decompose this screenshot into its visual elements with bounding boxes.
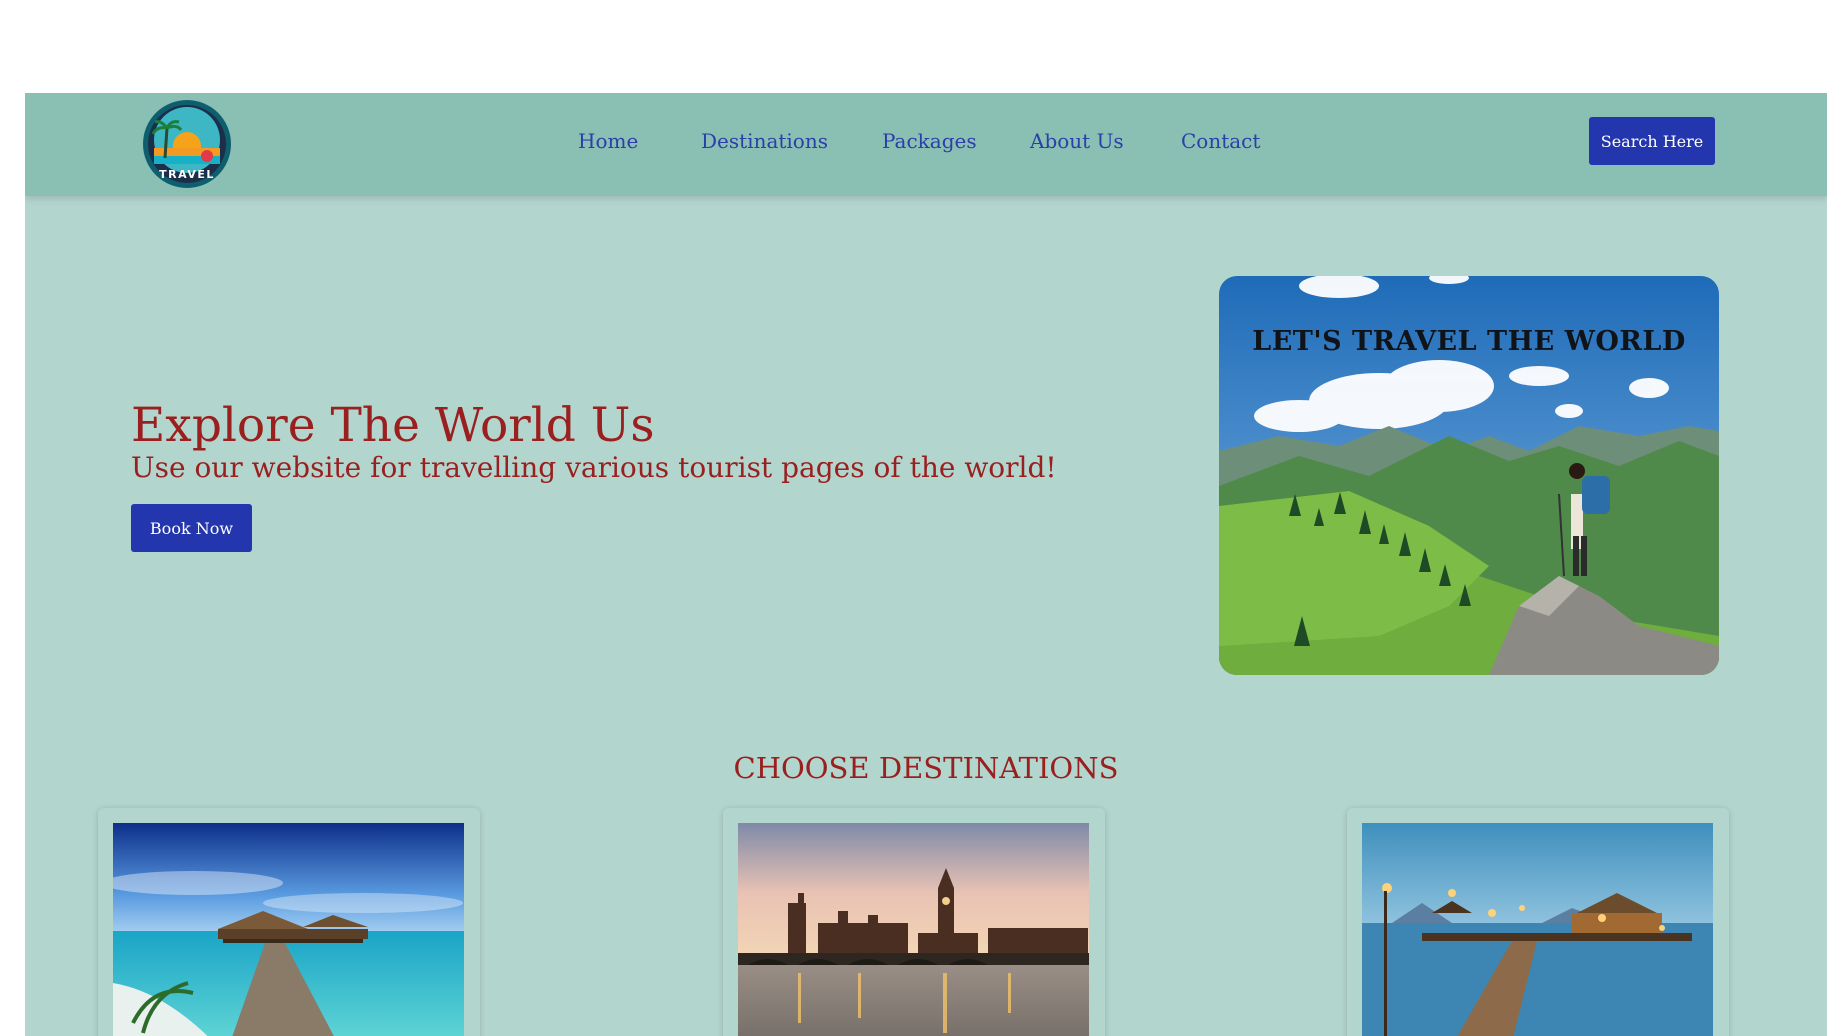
nav-packages[interactable]: Packages	[882, 129, 977, 153]
nav-home[interactable]: Home	[578, 129, 638, 153]
hero-image-caption: LET'S TRAVEL THE WORLD	[1252, 326, 1686, 357]
nav-about-us[interactable]: About Us	[1030, 129, 1124, 153]
destination-card-london[interactable]	[723, 808, 1105, 1036]
book-now-button[interactable]: Book Now	[131, 504, 252, 552]
nav-contact[interactable]: Contact	[1181, 129, 1260, 153]
destination-card-pier[interactable]	[1347, 808, 1729, 1036]
hero-image: LET'S TRAVEL THE WORLD	[1219, 276, 1719, 675]
main-nav: Home Destinations Packages About Us Cont…	[25, 93, 1827, 196]
search-button[interactable]: Search Here	[1589, 117, 1715, 165]
nav-destinations[interactable]: Destinations	[701, 129, 828, 153]
london-image	[738, 823, 1089, 1036]
destination-card-maldives[interactable]	[98, 808, 480, 1036]
hero-subtitle: Use our website for travelling various t…	[131, 451, 1057, 484]
pier-image	[1362, 823, 1713, 1036]
navbar: TRAVEL Home Destinations Packages About …	[25, 93, 1827, 196]
section-title: CHOOSE DESTINATIONS	[733, 751, 1119, 785]
hero-title: Explore The World Us	[131, 398, 655, 453]
maldives-image	[113, 823, 464, 1036]
page: TRAVEL Home Destinations Packages About …	[25, 93, 1827, 1036]
